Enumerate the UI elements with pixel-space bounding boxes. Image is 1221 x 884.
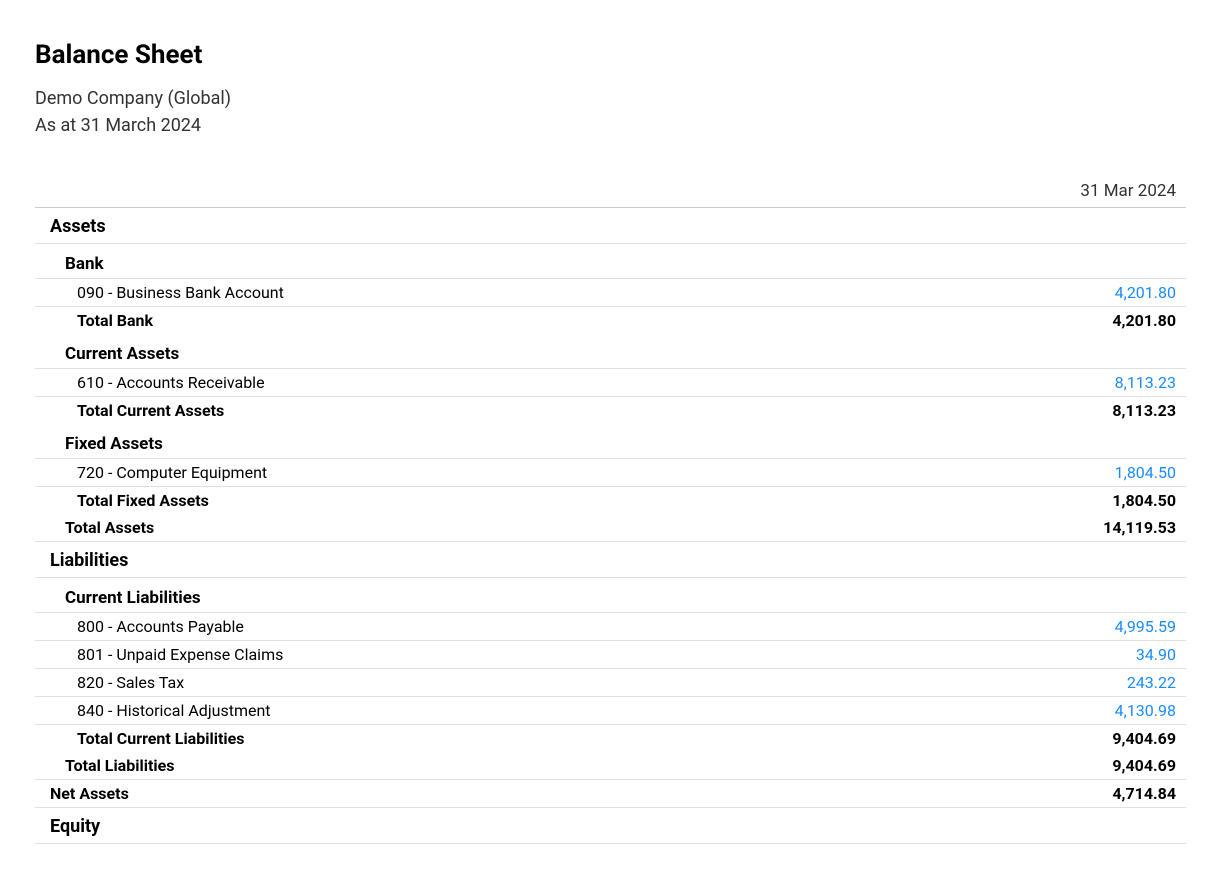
total-bank-label: Total Bank xyxy=(35,307,1006,335)
bank-line-label: 090 - Business Bank Account xyxy=(35,279,1006,307)
accounts-payable-label: 800 - Accounts Payable xyxy=(35,613,1006,641)
total-current-assets-label: Total Current Assets xyxy=(35,397,1006,425)
fixed-assets-heading: Fixed Assets xyxy=(35,424,1006,459)
total-current-assets-value: 8,113.23 xyxy=(1006,397,1186,425)
total-bank-value: 4,201.80 xyxy=(1006,307,1186,335)
accounts-receivable-value-link[interactable]: 8,113.23 xyxy=(1115,373,1176,392)
current-liabilities-heading: Current Liabilities xyxy=(35,578,1006,613)
column-date-header: 31 Mar 2024 xyxy=(1006,176,1186,208)
total-fixed-assets-label: Total Fixed Assets xyxy=(35,487,1006,515)
unpaid-expense-claims-label: 801 - Unpaid Expense Claims xyxy=(35,641,1006,669)
liabilities-heading: Liabilities xyxy=(35,542,1006,578)
total-fixed-assets-value: 1,804.50 xyxy=(1006,487,1186,515)
bank-line-value-link[interactable]: 4,201.80 xyxy=(1115,283,1176,302)
bank-heading: Bank xyxy=(35,244,1006,279)
unpaid-expense-claims-value-link[interactable]: 34.90 xyxy=(1136,645,1176,664)
company-name: Demo Company (Global) xyxy=(35,88,1186,109)
total-liabilities-label: Total Liabilities xyxy=(35,752,1006,780)
total-assets-label: Total Assets xyxy=(35,514,1006,542)
report-title: Balance Sheet xyxy=(35,40,1186,70)
total-liabilities-value: 9,404.69 xyxy=(1006,752,1186,780)
sales-tax-value-link[interactable]: 243.22 xyxy=(1127,673,1176,692)
balance-sheet-table: 31 Mar 2024 Assets Bank 090 - Business B… xyxy=(35,176,1186,844)
net-assets-label: Net Assets xyxy=(35,780,1006,808)
net-assets-value: 4,714.84 xyxy=(1006,780,1186,808)
historical-adjustment-value-link[interactable]: 4,130.98 xyxy=(1115,701,1176,720)
total-current-liabilities-label: Total Current Liabilities xyxy=(35,725,1006,753)
total-assets-value: 14,119.53 xyxy=(1006,514,1186,542)
total-current-liabilities-value: 9,404.69 xyxy=(1006,725,1186,753)
assets-heading: Assets xyxy=(35,208,1006,244)
accounts-payable-value-link[interactable]: 4,995.59 xyxy=(1115,617,1176,636)
computer-equipment-value-link[interactable]: 1,804.50 xyxy=(1115,463,1176,482)
historical-adjustment-label: 840 - Historical Adjustment xyxy=(35,697,1006,725)
computer-equipment-label: 720 - Computer Equipment xyxy=(35,459,1006,487)
accounts-receivable-label: 610 - Accounts Receivable xyxy=(35,369,1006,397)
equity-heading: Equity xyxy=(35,808,1006,844)
sales-tax-label: 820 - Sales Tax xyxy=(35,669,1006,697)
as-at-date: As at 31 March 2024 xyxy=(35,115,1186,136)
current-assets-heading: Current Assets xyxy=(35,334,1006,369)
